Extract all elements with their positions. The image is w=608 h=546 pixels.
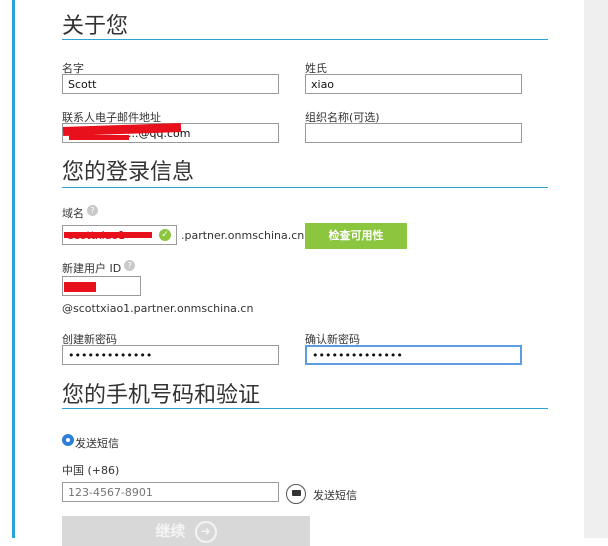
- phone-number-input[interactable]: [62, 482, 279, 502]
- check-availability-button[interactable]: 检查可用性: [305, 223, 407, 249]
- user-id-label-row: 新建用户 ID?: [62, 260, 136, 276]
- section-divider: [62, 187, 548, 188]
- redaction-mark: [69, 135, 129, 140]
- send-sms-radio-label: 发送短信: [75, 437, 119, 450]
- domain-label-row: 域名?: [62, 205, 98, 221]
- domain-label: 域名: [62, 207, 84, 220]
- send-sms-radio[interactable]: [62, 434, 74, 446]
- section-title-login: 您的登录信息: [62, 160, 195, 185]
- chat-bubble-shape: [292, 490, 301, 496]
- left-accent-bar: [12, 0, 15, 538]
- sms-icon[interactable]: [286, 484, 306, 504]
- help-icon[interactable]: ?: [87, 205, 98, 216]
- right-scroll-panel: [584, 0, 608, 538]
- confirm-password-input[interactable]: [305, 345, 522, 365]
- continue-label: 继续: [155, 522, 186, 540]
- section-title-about: 关于您: [62, 14, 129, 39]
- user-id-full-address: @scottxiao1.partner.onmschina.cn: [62, 302, 254, 315]
- check-icon: ✓: [159, 229, 171, 241]
- send-sms-link[interactable]: 发送短信: [313, 487, 357, 503]
- domain-suffix: .partner.onmschina.cn: [181, 229, 305, 242]
- help-icon[interactable]: ?: [124, 260, 136, 271]
- user-id-label: 新建用户 ID: [62, 262, 122, 275]
- section-divider: [62, 408, 548, 409]
- country-code: 中国 (+86): [62, 464, 120, 477]
- first-name-input[interactable]: [62, 74, 279, 94]
- section-title-phone: 您的手机号码和验证: [62, 383, 261, 408]
- radio-dot: [66, 438, 70, 442]
- redaction-mark: [64, 232, 152, 238]
- org-input[interactable]: [305, 123, 522, 143]
- last-name-input[interactable]: [305, 74, 522, 94]
- section-divider: [62, 39, 548, 40]
- redaction-mark: [64, 282, 96, 292]
- continue-button[interactable]: 继续 ➜: [62, 516, 310, 546]
- password-input[interactable]: [62, 345, 279, 365]
- arrow-right-icon: ➜: [194, 520, 217, 543]
